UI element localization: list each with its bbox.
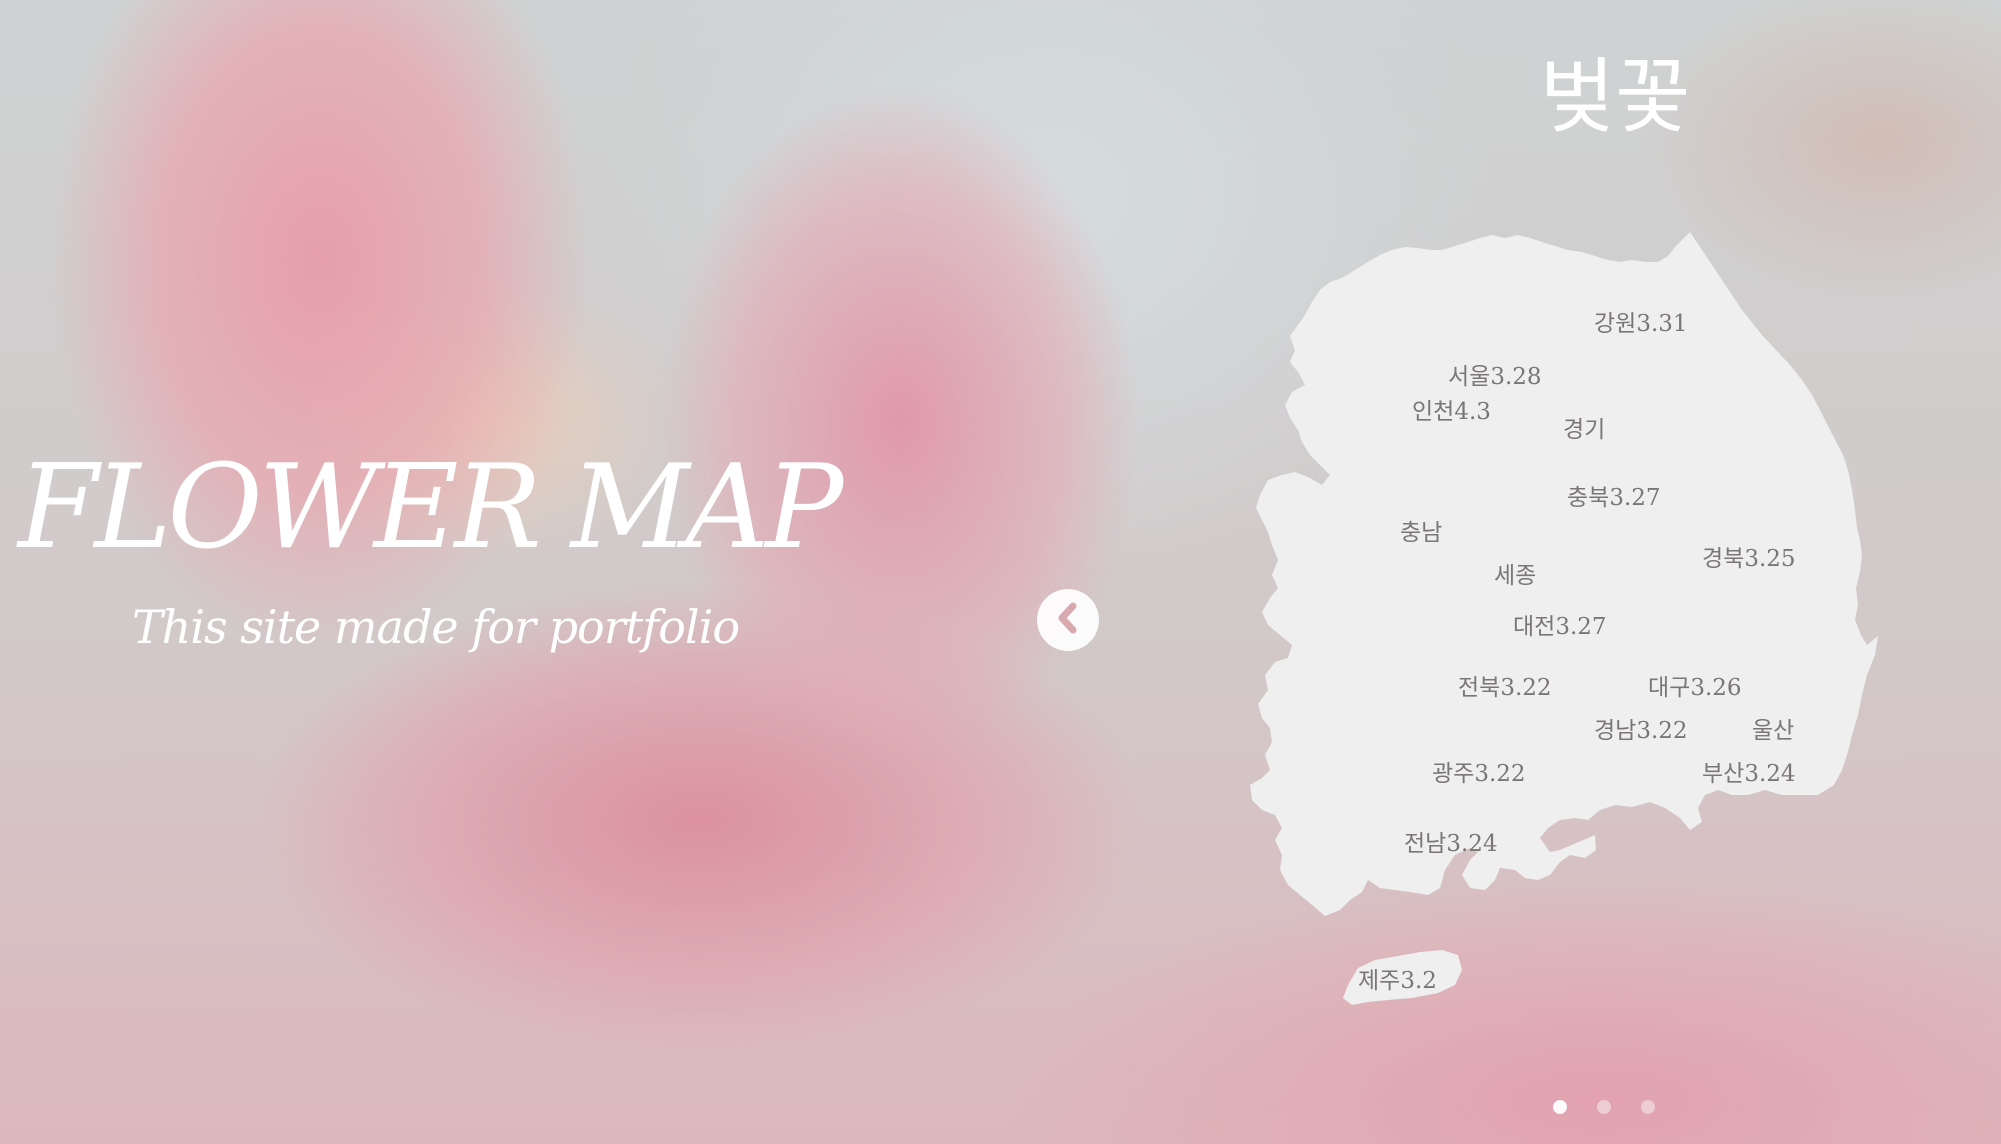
flower-name: 벚꽃 [1539,50,1691,145]
pagination-dot-3[interactable] [1641,1100,1655,1114]
pagination-dot-1[interactable] [1553,1100,1567,1114]
site-title: FLOWER MAP [18,440,843,575]
site-subtitle: This site made for portfolio [132,600,740,654]
prev-slide-button[interactable] [1037,589,1099,651]
chevron-left-icon [1053,601,1083,639]
pagination-dot-2[interactable] [1597,1100,1611,1114]
slide-pagination [1553,1100,1655,1114]
